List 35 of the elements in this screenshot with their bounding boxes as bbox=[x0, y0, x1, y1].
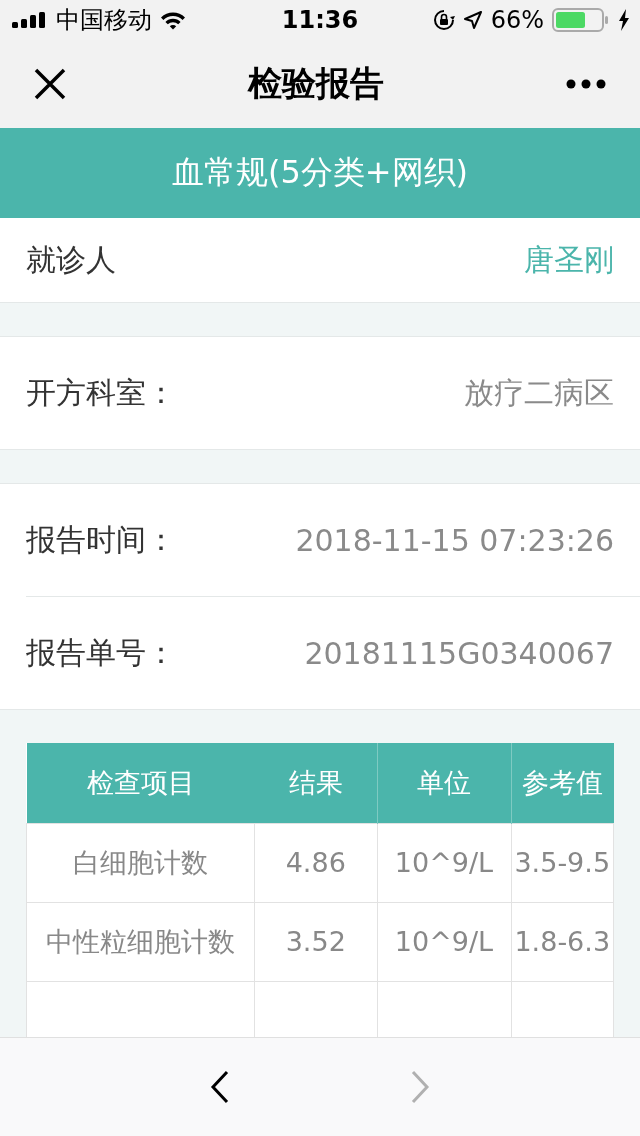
table-cell: 10^9/L bbox=[377, 902, 511, 982]
battery-icon bbox=[552, 8, 610, 32]
rotation-lock-icon bbox=[432, 9, 455, 31]
location-arrow-icon bbox=[462, 10, 483, 30]
signal-icon bbox=[12, 12, 48, 28]
charging-bolt-icon bbox=[618, 9, 630, 31]
info-label: 报告时间： bbox=[26, 520, 176, 559]
column-header: 结果 bbox=[254, 743, 377, 824]
report-title-banner: 血常规(5分类+网织) bbox=[0, 128, 640, 218]
chevron-right-icon bbox=[410, 1070, 430, 1104]
info-value: 20181115G0340067 bbox=[304, 635, 614, 671]
wifi-icon bbox=[160, 10, 186, 30]
patient-name: 唐圣刚 bbox=[524, 240, 614, 279]
page-title: 检验报告 bbox=[248, 62, 384, 105]
department-value: 放疗二病区 bbox=[464, 373, 614, 412]
department-label: 开方科室： bbox=[26, 373, 176, 412]
table-cell: 中性粒细胞计数 bbox=[26, 902, 255, 982]
chevron-left-icon bbox=[210, 1070, 230, 1104]
clock-time: 11:36 bbox=[281, 6, 359, 34]
table-cell: 3.5-9.5 bbox=[511, 823, 614, 903]
info-value: 2018-11-15 07:23:26 bbox=[295, 522, 614, 558]
column-header: 单位 bbox=[377, 743, 511, 824]
more-icon[interactable] bbox=[566, 79, 606, 89]
battery-percent: 66% bbox=[490, 6, 544, 34]
carrier-name: 中国移动 bbox=[56, 5, 152, 36]
patient-label: 就诊人 bbox=[26, 240, 116, 279]
close-icon[interactable] bbox=[34, 68, 66, 100]
table-cell: 1.8-6.3 bbox=[511, 902, 614, 982]
column-header: 检查项目 bbox=[26, 743, 255, 824]
table-cell: 3.52 bbox=[254, 902, 377, 982]
table-cell: 10^9/L bbox=[377, 823, 511, 903]
info-label: 报告单号： bbox=[26, 633, 176, 672]
table-cell: 白细胞计数 bbox=[26, 823, 255, 903]
table-cell: 4.86 bbox=[254, 823, 377, 903]
column-header: 参考值 bbox=[511, 743, 614, 824]
